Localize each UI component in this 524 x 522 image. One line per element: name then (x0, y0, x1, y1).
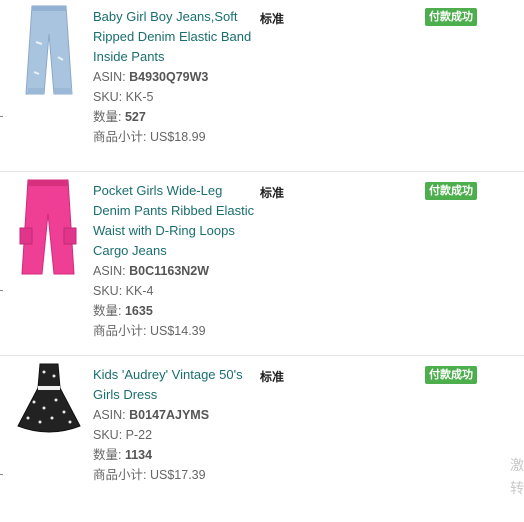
asin-value: B0C1163N2W (129, 264, 210, 278)
sku-line: SKU: KK-4 (93, 281, 153, 301)
sku-label: SKU: (93, 90, 123, 104)
asin-label: ASIN: (93, 408, 126, 422)
shipping-method: 标准 (260, 12, 285, 26)
asin-line: ASIN: B0147AJYMS (93, 405, 209, 425)
subtotal-label: 商品小计: (93, 324, 147, 338)
quantity-label: 数量: (93, 448, 122, 462)
subtotal-label: 商品小计: (93, 130, 147, 144)
asin-label: ASIN: (93, 264, 126, 278)
subtotal-value: US$14.39 (149, 324, 206, 338)
sku-value: KK-5 (125, 90, 154, 104)
watermark-text: 转 (510, 480, 524, 496)
pink-cargo-pants-image[interactable] (14, 178, 84, 278)
subtotal-label: 商品小计: (93, 468, 147, 482)
sku-value: P-22 (125, 428, 153, 442)
quantity-value: 1134 (124, 448, 153, 462)
quantity-value: 527 (124, 110, 146, 124)
asin-value: B0147AJYMS (129, 408, 210, 422)
product-title-link[interactable]: Baby Girl Boy Jeans,Soft Ripped Denim El… (93, 7, 255, 67)
asin-line: ASIN: B0C1163N2W (93, 261, 209, 281)
row-marker (0, 116, 3, 117)
row-divider (0, 355, 524, 356)
quantity-value: 1635 (124, 304, 153, 318)
product-title-link[interactable]: Pocket Girls Wide-Leg Denim Pants Ribbed… (93, 181, 255, 261)
quantity-line: 数量: 527 (93, 107, 146, 127)
subtotal-line: 商品小计: US$18.99 (93, 127, 206, 147)
shipping-method: 标准 (260, 370, 285, 384)
sku-label: SKU: (93, 428, 123, 442)
denim-jeans-image[interactable] (14, 2, 84, 102)
sku-line: SKU: KK-5 (93, 87, 153, 107)
asin-line: ASIN: B4930Q79W3 (93, 67, 208, 87)
sku-line: SKU: P-22 (93, 425, 152, 445)
row-marker (0, 474, 3, 475)
asin-value: B4930Q79W3 (129, 70, 209, 84)
quantity-label: 数量: (93, 304, 122, 318)
polka-dot-dress-image[interactable] (14, 362, 84, 462)
subtotal-line: 商品小计: US$14.39 (93, 321, 206, 341)
sku-label: SKU: (93, 284, 123, 298)
product-title-link[interactable]: Kids 'Audrey' Vintage 50's Girls Dress (93, 365, 255, 405)
subtotal-value: US$18.99 (149, 130, 206, 144)
payment-status-badge: 付款成功 (425, 8, 477, 26)
quantity-line: 数量: 1134 (93, 445, 152, 465)
payment-status-badge: 付款成功 (425, 366, 477, 384)
row-marker (0, 290, 3, 291)
row-divider (0, 171, 524, 172)
shipping-method: 标准 (260, 186, 285, 200)
asin-label: ASIN: (93, 70, 126, 84)
payment-status-badge: 付款成功 (425, 182, 477, 200)
quantity-label: 数量: (93, 110, 122, 124)
quantity-line: 数量: 1635 (93, 301, 153, 321)
sku-value: KK-4 (125, 284, 154, 298)
watermark-text: 激 (510, 457, 524, 473)
subtotal-value: US$17.39 (149, 468, 206, 482)
subtotal-line: 商品小计: US$17.39 (93, 465, 206, 485)
